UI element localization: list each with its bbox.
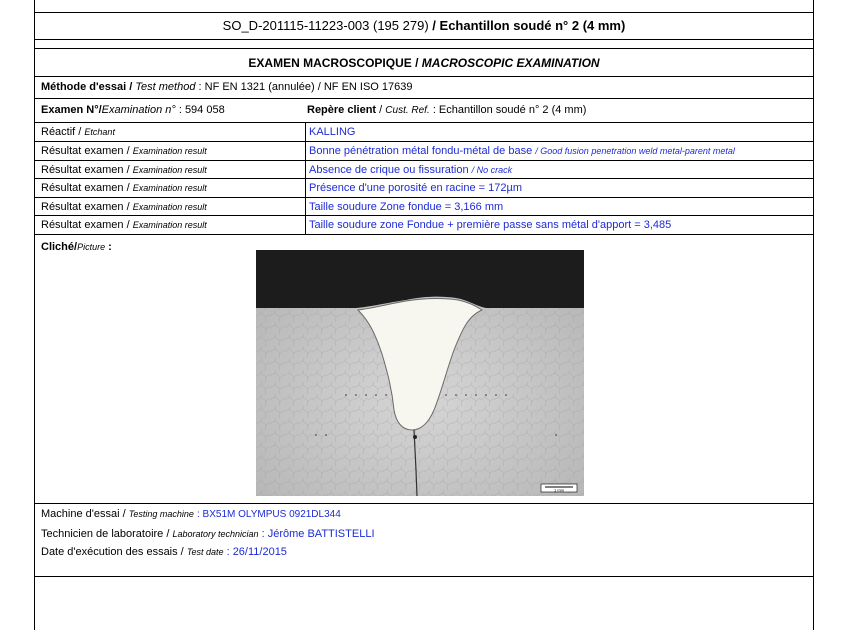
row-label: Résultat examen / Examination result (41, 218, 207, 232)
row-label-fr: Résultat examen / (41, 164, 130, 176)
row-value: Taille soudure Zone fondue = 3,166 mm (309, 200, 503, 214)
rule (35, 503, 813, 504)
row-value: Présence d'une porosité en racine = 172µ… (309, 181, 522, 195)
row-value-en: / No crack (471, 165, 513, 175)
rule (35, 48, 813, 49)
rule (35, 39, 813, 40)
row-label: Résultat examen / Examination result (41, 163, 207, 177)
row-label: Résultat examen / Examination result (41, 200, 207, 214)
rule (35, 215, 813, 216)
client-ref-label-fr: Repère client (307, 104, 377, 116)
row-value-fr: Présence d'une porosité en racine = 172µ… (309, 182, 522, 194)
row-label: Réactif / Etchant (41, 125, 115, 139)
section-title-fr: EXAMEN MACROSCOPIQUE (248, 56, 412, 70)
client-ref-label-en: Cust. Ref. (385, 105, 430, 116)
rule (35, 76, 813, 77)
picture-label-colon: : (108, 241, 112, 253)
row-value: KALLING (309, 125, 355, 139)
weld-micrograph: 1 mm (256, 250, 584, 497)
client-ref-line: Repère client / Cust. Ref. : Echantillon… (307, 103, 586, 118)
exam-label-en: Examination n° (101, 104, 176, 116)
section-separator: / (415, 56, 419, 70)
row-value-fr: Absence de crique ou fissuration (309, 164, 469, 176)
row-label-en: Examination result (132, 183, 207, 193)
row-value-fr: Bonne pénétration métal fondu-métal de b… (309, 145, 533, 157)
row-value-fr: Taille soudure zone Fondue + première pa… (309, 219, 672, 231)
row-label-en: Etchant (84, 127, 115, 137)
section-title: EXAMEN MACROSCOPIQUE / MACROSCOPIC EXAMI… (35, 56, 813, 70)
rule (35, 141, 813, 142)
scale-bar-label: 1 mm (554, 488, 565, 493)
row-label-fr: Résultat examen / (41, 201, 130, 213)
method-value: : NF EN 1321 (annulée) / NF EN ISO 17639 (198, 81, 413, 93)
row-label: Résultat examen / Examination result (41, 144, 207, 158)
row-value-fr: Taille soudure Zone fondue = 3,166 mm (309, 201, 504, 213)
row-value: Taille soudure zone Fondue + première pa… (309, 218, 671, 232)
section-title-en: MACROSCOPIC EXAMINATION (421, 56, 600, 70)
rule (35, 234, 813, 235)
method-label-fr: Méthode d'essai / (41, 81, 133, 93)
column-divider (305, 122, 306, 234)
test-date-label-en: Test date (186, 547, 224, 557)
client-ref-value: : Echantillon soudé n° 2 (4 mm) (432, 104, 587, 116)
row-label-en: Examination result (132, 165, 207, 175)
client-ref-separator: / (379, 104, 383, 116)
test-date-label-fr: Date d'exécution des essais / (41, 546, 184, 558)
machine-value: : BX51M OLYMPUS 0921DL344 (197, 509, 341, 520)
rule (35, 197, 813, 198)
exam-number-line: Examen N°/Examination n° : 594 058 (41, 103, 225, 117)
technician-label-en: Laboratory technician (172, 529, 259, 539)
sample-title: Echantillon soudé n° 2 (4 mm) (439, 18, 626, 33)
row-label: Résultat examen / Examination result (41, 181, 207, 195)
reference-code: SO_D-201115-11223-003 (195 279) (222, 18, 429, 33)
rule (35, 160, 813, 161)
test-date-line: Date d'exécution des essais / Test date … (41, 545, 287, 559)
rule (35, 576, 813, 577)
document-header: SO_D-201115-11223-003 (195 279) / Echant… (35, 18, 813, 34)
row-label-en: Examination result (132, 220, 207, 230)
test-date-value: : 26/11/2015 (226, 546, 287, 558)
weld-micrograph-image: 1 mm (256, 250, 584, 497)
row-label-fr: Résultat examen / (41, 219, 130, 231)
machine-line: Machine d'essai / Testing machine : BX51… (41, 507, 341, 522)
rule (35, 122, 813, 123)
rule (35, 12, 813, 13)
row-value-fr: KALLING (309, 126, 356, 138)
rule (35, 178, 813, 179)
rule (35, 98, 813, 99)
picture-label-fr: Cliché/ (41, 241, 78, 253)
row-value: Bonne pénétration métal fondu-métal de b… (309, 144, 735, 158)
row-label-fr: Résultat examen / (41, 145, 130, 157)
row-label-fr: Résultat examen / (41, 182, 130, 194)
exam-label-fr: Examen N°/ (41, 104, 102, 116)
row-value-en: / Good fusion penetration weld metal-par… (535, 146, 735, 156)
picture-label: Cliché/Picture : (41, 240, 112, 254)
technician-value: : Jérôme BATTISTELLI (261, 528, 375, 540)
machine-label-fr: Machine d'essai / (41, 508, 126, 520)
row-label-en: Examination result (132, 146, 207, 156)
method-label-en: Test method (135, 81, 196, 93)
report-sheet: SO_D-201115-11223-003 (195 279) / Echant… (34, 0, 814, 630)
header-separator: / (432, 18, 436, 33)
exam-number-value: : 594 058 (178, 104, 225, 116)
machine-label-en: Testing machine (128, 509, 194, 519)
row-label-fr: Réactif / (41, 126, 82, 138)
row-label-en: Examination result (132, 202, 207, 212)
technician-label-fr: Technicien de laboratoire / (41, 528, 170, 540)
row-value: Absence de crique ou fissuration / No cr… (309, 163, 512, 177)
method-line: Méthode d'essai / Test method : NF EN 13… (41, 80, 413, 94)
picture-label-en: Picture (77, 242, 106, 252)
technician-line: Technicien de laboratoire / Laboratory t… (41, 527, 375, 541)
